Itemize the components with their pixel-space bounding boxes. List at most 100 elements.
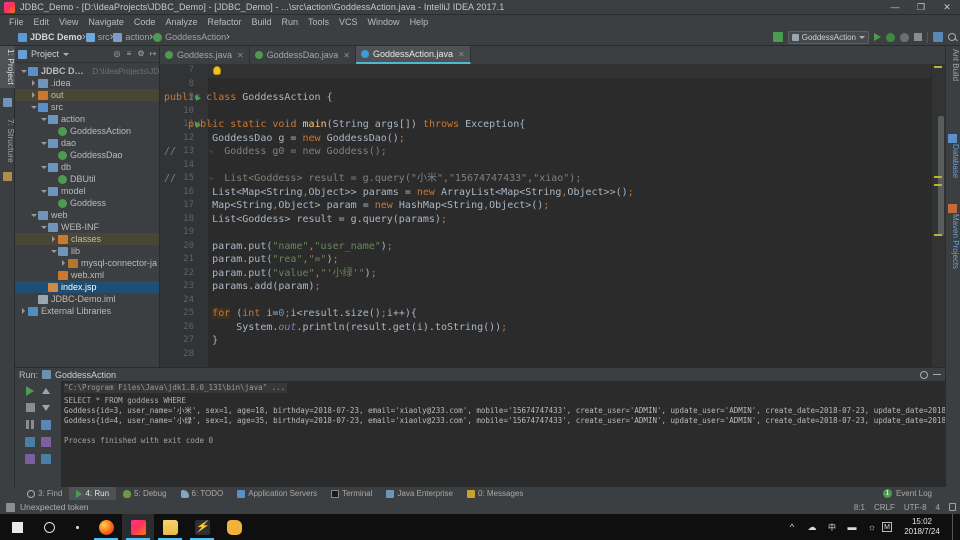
- code-line[interactable]: List<Map<String,Object>> params = new Ar…: [160, 186, 634, 200]
- code-line-row[interactable]: GoddessDao g = new GoddessDao();: [160, 132, 945, 146]
- code-line[interactable]: // List<Goddess> result = g.query("小米","…: [160, 172, 581, 186]
- code-line-row[interactable]: List<Goddess> result = g.query(params);: [160, 213, 945, 227]
- close-icon[interactable]: ✕: [237, 51, 244, 60]
- taskbar-app-file-explorer[interactable]: [154, 514, 186, 540]
- editor-tab-goddess-java[interactable]: Goddess.java ✕: [160, 46, 250, 64]
- save-output-icon[interactable]: [40, 452, 53, 465]
- warning-marker[interactable]: [934, 176, 942, 178]
- caret-position[interactable]: 8:1: [854, 503, 865, 512]
- tree-node-external-libraries[interactable]: External Libraries: [15, 305, 159, 317]
- chevron-down-icon[interactable]: [49, 249, 58, 253]
- clear-all-icon[interactable]: [40, 435, 53, 448]
- menu-file[interactable]: File: [4, 15, 29, 29]
- scroll-up-icon[interactable]: [40, 384, 53, 397]
- code-line[interactable]: // Goddess g0 = new Goddess();: [160, 145, 387, 159]
- tree-node-jdbc-demo-iml[interactable]: JDBC-Demo.iml: [15, 293, 159, 305]
- gutter-run-icon[interactable]: [196, 118, 205, 132]
- code-line[interactable]: System.out.println(result.get(i).toStrin…: [160, 321, 507, 335]
- chevron-down-icon[interactable]: [39, 117, 48, 121]
- fold-marker[interactable]: ⤷: [209, 118, 213, 132]
- chevron-right-icon[interactable]: [49, 236, 58, 242]
- editor-marker-bar[interactable]: [931, 64, 945, 367]
- coverage-icon[interactable]: [900, 32, 909, 42]
- menu-window[interactable]: Window: [363, 15, 405, 29]
- code-line-row[interactable]: param.put("rea","=");: [160, 253, 945, 267]
- fold-marker[interactable]: ⤷: [209, 172, 213, 186]
- breadcrumb-item-action[interactable]: action: [113, 32, 149, 42]
- tree-node-web[interactable]: web: [15, 209, 159, 221]
- project-tree[interactable]: JDBC Demo D:\IdeaProjects\JD .idea out src ac…: [15, 63, 159, 367]
- taskbar-app-thunder[interactable]: [186, 514, 218, 540]
- tool-window-tab-terminal[interactable]: Terminal: [324, 487, 379, 500]
- code-line[interactable]: Map<String,Object> param = new HashMap<S…: [160, 199, 549, 213]
- run-configuration-selector[interactable]: GoddessAction: [787, 30, 869, 44]
- debug-icon[interactable]: [886, 32, 895, 42]
- warning-marker[interactable]: [934, 66, 942, 68]
- maximize-button[interactable]: ❐: [908, 0, 934, 15]
- tree-node-goddessdao[interactable]: GoddessDao: [15, 149, 159, 161]
- task-view-icon[interactable]: [64, 514, 90, 540]
- line-separator[interactable]: CRLF: [874, 503, 895, 512]
- tree-node-out[interactable]: out: [15, 89, 159, 101]
- hide-icon[interactable]: ↦: [149, 50, 157, 58]
- tray-app-icon[interactable]: M: [882, 522, 892, 532]
- menu-vcs[interactable]: VCS: [334, 15, 363, 29]
- soft-wrap-icon[interactable]: [40, 418, 53, 431]
- code-line-row[interactable]: // List<Goddess> result = g.query("小米","…: [160, 172, 945, 186]
- chevron-down-icon[interactable]: [63, 52, 70, 56]
- code-line-row[interactable]: param.put("value","'小绿'");: [160, 267, 945, 281]
- warning-marker[interactable]: [934, 234, 942, 236]
- taskbar-app-intellij-idea[interactable]: [122, 514, 154, 540]
- code-line-row[interactable]: [160, 226, 945, 240]
- code-line-row[interactable]: params.add(param);: [160, 280, 945, 294]
- show-desktop-button[interactable]: [952, 514, 960, 540]
- code-line-row[interactable]: [160, 105, 945, 119]
- collapse-all-icon[interactable]: ≡: [125, 50, 133, 58]
- gutter-run-icon[interactable]: [196, 91, 205, 105]
- indent-size[interactable]: 4: [936, 503, 940, 512]
- tray-cloud-icon[interactable]: ☁: [802, 514, 822, 540]
- menu-analyze[interactable]: Analyze: [160, 15, 202, 29]
- event-log-button[interactable]: 1 Event Log: [882, 489, 932, 498]
- menu-navigate[interactable]: Navigate: [83, 15, 129, 29]
- code-line-row[interactable]: public static void main(String args[]) t…: [160, 118, 945, 132]
- fold-marker[interactable]: ⤷: [209, 145, 213, 159]
- code-line-row[interactable]: [160, 294, 945, 308]
- sort-icon[interactable]: [772, 32, 783, 42]
- menu-tools[interactable]: Tools: [303, 15, 334, 29]
- chevron-down-icon[interactable]: [29, 105, 38, 109]
- chevron-down-icon[interactable]: [39, 189, 48, 193]
- menu-run[interactable]: Run: [277, 15, 304, 29]
- chevron-right-icon[interactable]: [59, 260, 68, 266]
- code-line-row[interactable]: List<Map<String,Object>> params = new Ar…: [160, 186, 945, 200]
- search-icon[interactable]: [948, 33, 956, 41]
- menu-help[interactable]: Help: [405, 15, 434, 29]
- tree-node-lib[interactable]: lib: [15, 245, 159, 257]
- tool-window-tab-java-enterprise[interactable]: Java Enterprise: [379, 487, 460, 500]
- tray-network-icon[interactable]: ▬: [842, 514, 862, 540]
- settings-icon[interactable]: [920, 370, 928, 379]
- close-icon[interactable]: ✕: [458, 50, 465, 59]
- tree-node-web-inf[interactable]: WEB-INF: [15, 221, 159, 233]
- scroll-down-icon[interactable]: [40, 401, 53, 414]
- tree-node-index-jsp[interactable]: index.jsp: [15, 281, 159, 293]
- menu-view[interactable]: View: [54, 15, 83, 29]
- sidebar-item-maven-projects[interactable]: Maven Projects: [945, 211, 960, 272]
- chevron-right-icon[interactable]: [29, 80, 38, 86]
- run-icon[interactable]: [874, 33, 881, 41]
- tool-window-tab-5-debug[interactable]: 5: Debug: [116, 487, 173, 500]
- close-button[interactable]: ✕: [934, 0, 960, 15]
- sidebar-item-project[interactable]: 1: Project: [0, 46, 15, 88]
- tree-node-action[interactable]: action: [15, 113, 159, 125]
- code-line[interactable]: public static void main(String args[]) t…: [160, 118, 525, 132]
- sidebar-item-ant-build[interactable]: Ant Build: [945, 46, 960, 84]
- tool-window-tab-6-todo[interactable]: 6: TODO: [174, 487, 231, 500]
- tray-expand-icon[interactable]: ^: [782, 514, 802, 540]
- minimize-icon[interactable]: [933, 373, 941, 376]
- tool-window-tab-application-servers[interactable]: Application Servers: [230, 487, 324, 500]
- console-output[interactable]: "C:\Program Files\Java\jdk1.8.0_131\bin\…: [61, 381, 945, 487]
- code-line-row[interactable]: [160, 78, 945, 92]
- code-line-row[interactable]: for (int i=0;i<result.size();i++){: [160, 307, 945, 321]
- close-icon[interactable]: ✕: [343, 51, 350, 60]
- database-icon[interactable]: [933, 32, 943, 42]
